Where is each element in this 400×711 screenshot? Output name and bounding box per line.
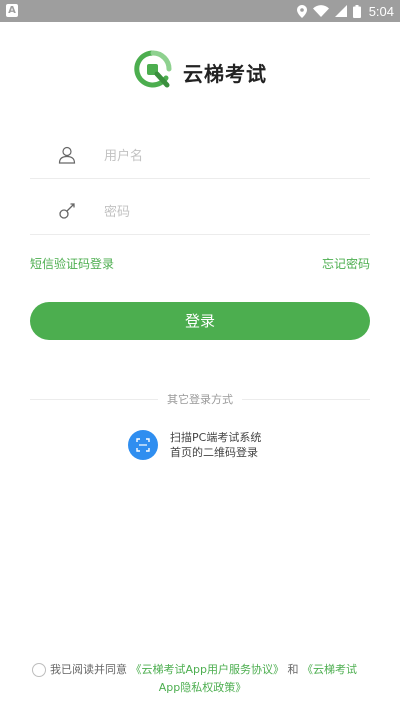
qr-login-line1: 扫描PC端考试系统: [170, 431, 262, 444]
qr-scan-login[interactable]: 扫描PC端考试系统 首页的二维码登录: [128, 428, 261, 462]
battery-icon: [352, 4, 361, 18]
key-icon: [58, 202, 76, 220]
qr-login-line2: 首页的二维码登录: [170, 446, 258, 459]
username-input[interactable]: [104, 140, 354, 172]
divider-line-right: [242, 399, 370, 400]
agreement-line1: 我已阅读并同意 《云梯考试App用户服务协议》 和 《云梯考试: [50, 661, 357, 679]
username-field: [30, 134, 370, 179]
user-icon: [58, 146, 76, 164]
login-button[interactable]: 登录: [30, 302, 370, 340]
password-input[interactable]: [104, 196, 354, 228]
scan-icon[interactable]: [128, 430, 158, 460]
app-logo: 云梯考试: [0, 50, 400, 94]
agreement-prefix: 我已阅读并同意: [50, 663, 127, 676]
status-bar: A 5:04: [0, 0, 400, 22]
signal-icon: [334, 5, 347, 17]
notification-a-icon: A: [6, 4, 18, 17]
location-icon: [296, 4, 307, 18]
sms-login-link[interactable]: 短信验证码登录: [30, 255, 114, 272]
yunti-q-logo: [133, 50, 173, 94]
agreement-line2: App隐私权政策》: [30, 679, 375, 697]
status-icons: 5:04: [296, 0, 394, 22]
status-time: 5:04: [368, 3, 394, 19]
wifi-icon: [312, 5, 329, 17]
qr-login-text: 扫描PC端考试系统 首页的二维码登录: [170, 430, 261, 460]
login-links: 短信验证码登录 忘记密码: [30, 255, 370, 273]
privacy-policy-link-part2[interactable]: App隐私权政策》: [159, 681, 247, 694]
password-field: [30, 190, 370, 235]
privacy-policy-link-part1[interactable]: 《云梯考试: [302, 663, 357, 676]
service-agreement-link[interactable]: 《云梯考试App用户服务协议》: [131, 663, 285, 676]
agreement-and: 和: [287, 663, 299, 676]
other-login-divider: 其它登录方式: [30, 391, 370, 407]
app-name: 云梯考试: [183, 61, 267, 86]
radio-unchecked-icon[interactable]: [32, 663, 46, 677]
forgot-password-link[interactable]: 忘记密码: [322, 255, 370, 272]
